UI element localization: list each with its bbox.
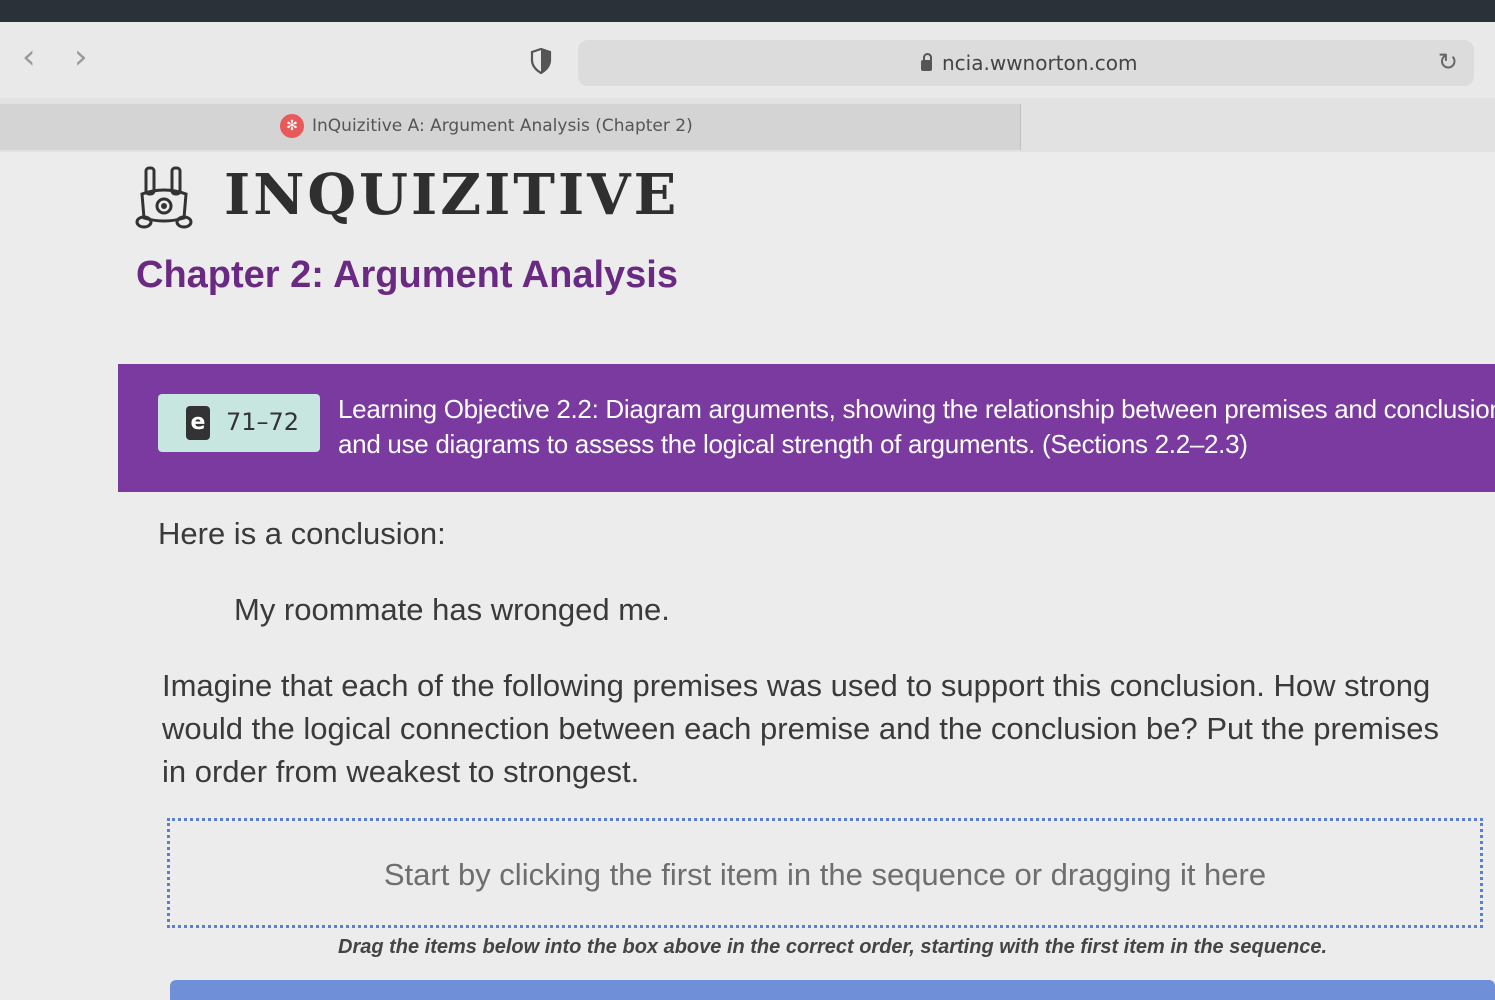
reload-button[interactable]: ↻ [1438,48,1458,76]
drag-instructions: Drag the items below into the box above … [338,936,1328,958]
browser-tab[interactable]: ✻ InQuizitive A: Argument Analysis (Chap… [0,104,1021,150]
back-button[interactable]: ‹ [22,40,36,74]
draggable-premise-item[interactable] [170,980,1495,1000]
brand-wordmark: INQUIZITIVE [224,162,680,228]
learning-objective-banner: e 71–72 Learning Objective 2.2: Diagram … [118,364,1495,492]
question-prompt: Imagine that each of the following premi… [162,668,1439,789]
ebook-pages: 71–72 [226,408,300,436]
forward-button[interactable]: › [74,40,88,74]
lock-icon [921,53,932,71]
sequence-drop-zone[interactable]: Start by clicking the first item in the … [167,818,1483,928]
chapter-title: Chapter 2: Argument Analysis [136,254,678,296]
shield-icon[interactable] [530,48,552,74]
inquizitive-logo-icon [135,166,193,229]
ebook-icon: e [186,406,210,440]
favicon-icon: ✻ [280,114,304,138]
learning-objective-text: Learning Objective 2.2: Diagram argument… [338,394,1495,459]
main-content: INQUIZITIVE Chapter 2: Argument Analysis… [0,152,1495,1000]
url-text: ncia.wwnorton.com [942,51,1138,75]
drop-zone-prompt: Start by clicking the first item in the … [383,857,1267,892]
system-menu-bar [0,0,1495,22]
address-bar[interactable]: ncia.wwnorton.com ↻ [578,40,1474,86]
browser-toolbar: ‹ › ncia.wwnorton.com ↻ [0,22,1495,98]
ebook-link-button[interactable]: e 71–72 [158,394,320,452]
conclusion-text: My roommate has wronged me. [234,592,670,627]
tab-strip: ✻ InQuizitive A: Argument Analysis (Chap… [0,98,1495,153]
question-intro: Here is a conclusion: [158,516,446,551]
tab-title: InQuizitive A: Argument Analysis (Chapte… [312,116,693,136]
